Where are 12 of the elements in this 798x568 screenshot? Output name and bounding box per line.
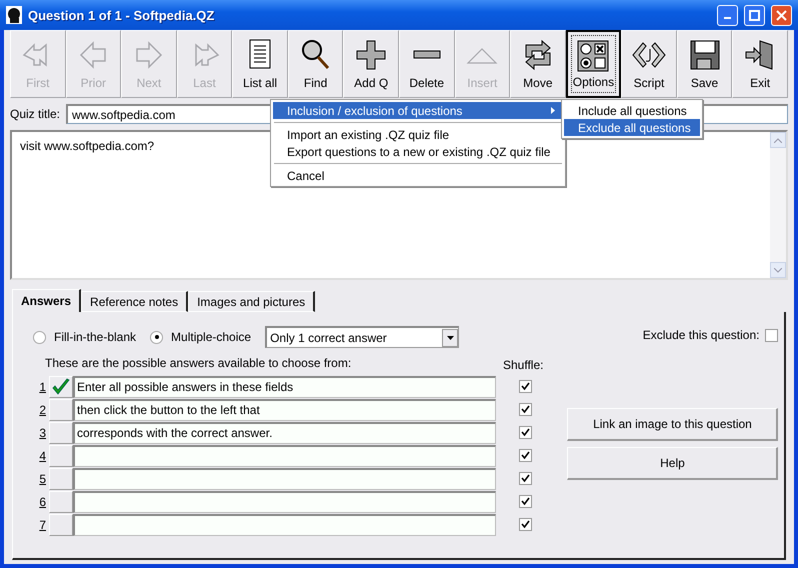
exclude-question-label: Exclude this question: xyxy=(642,328,760,342)
answer-number: 6 xyxy=(38,494,46,508)
answer-number: 7 xyxy=(38,518,46,532)
answer-number: 2 xyxy=(38,402,46,416)
window-title: Question 1 of 1 - Softpedia.QZ xyxy=(28,8,216,22)
quiz-title-label: Quiz title: xyxy=(10,107,60,121)
answer-number: 3 xyxy=(38,426,46,440)
answers-caption: These are the possible answers available to choose from: xyxy=(45,356,352,372)
answer-number: 5 xyxy=(38,472,46,486)
shuffle-label: Shuffle: xyxy=(503,358,544,372)
answer-number: 4 xyxy=(38,448,46,462)
answer-number: 1 xyxy=(38,380,46,394)
